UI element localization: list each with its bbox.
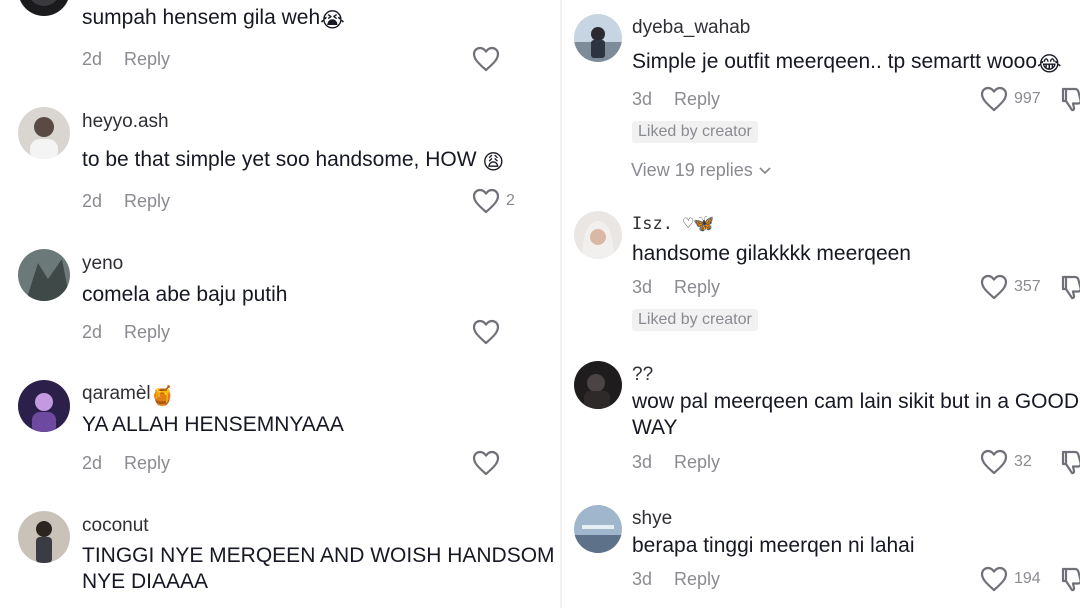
username[interactable]: Isz. ♡🦋: [632, 214, 715, 234]
tears-of-joy-emoji: 😂: [1037, 53, 1062, 76]
like-button[interactable]: 194: [980, 566, 1041, 592]
comment-meta: 3d Reply: [632, 89, 720, 110]
heart-icon[interactable]: [980, 274, 1008, 300]
dislike-icon[interactable]: [1060, 274, 1080, 300]
avatar[interactable]: [18, 249, 70, 301]
avatar[interactable]: [18, 107, 70, 159]
heart-icon[interactable]: [980, 86, 1008, 112]
comment-text: handsome gilakkkk meerqeen: [632, 242, 911, 265]
avatar[interactable]: [18, 380, 70, 432]
avatar[interactable]: [18, 511, 70, 563]
avatar[interactable]: [574, 361, 622, 409]
like-count: 2: [506, 192, 515, 209]
comment-meta: 2d Reply: [82, 322, 170, 343]
reply-button[interactable]: Reply: [674, 89, 720, 109]
honey-pot-emoji: 🍯: [150, 386, 175, 407]
comments-panel-right: dyeba_wahab Simple je outfit meerqeen.. …: [562, 0, 1080, 608]
like-count: 32: [1014, 453, 1032, 470]
reply-button[interactable]: Reply: [124, 49, 170, 69]
username[interactable]: coconut: [82, 515, 149, 537]
like-button[interactable]: 357: [980, 274, 1041, 300]
username[interactable]: yeno: [82, 253, 123, 275]
heart-icon[interactable]: [472, 188, 500, 214]
comment-meta: 3d Reply: [632, 277, 720, 298]
comment-text: sumpah hensem gila weh😭: [82, 6, 345, 32]
liked-by-creator-badge: Liked by creator: [632, 309, 758, 331]
comment-text: to be that simple yet soo handsome, HOW …: [82, 148, 505, 174]
weary-face-emoji: 😩: [482, 151, 505, 174]
comment-time: 3d: [632, 277, 653, 297]
comment-text: YA ALLAH HENSEMNYAAA: [82, 413, 344, 436]
heart-icon[interactable]: [980, 449, 1008, 475]
like-count: 194: [1014, 570, 1041, 587]
heart-icon[interactable]: [980, 566, 1008, 592]
username[interactable]: dyeba_wahab: [632, 17, 750, 39]
comment-meta: 2d Reply: [82, 453, 170, 474]
like-count: 357: [1014, 278, 1041, 295]
like-button[interactable]: 997: [980, 86, 1041, 112]
username[interactable]: qaramèl🍯: [82, 383, 174, 408]
view-replies-button[interactable]: View 19 replies: [631, 160, 771, 181]
comment-time: 2d: [82, 453, 103, 473]
comment-text: wow pal meerqeen cam lain sikit but in a…: [632, 390, 1080, 439]
heart-icon[interactable]: [472, 450, 500, 476]
comment-text: comela abe baju putih: [82, 283, 288, 306]
chevron-down-icon: [759, 166, 771, 174]
comment-time: 3d: [632, 452, 653, 472]
username[interactable]: heyyo.ash: [82, 111, 169, 133]
heart-icon[interactable]: [472, 46, 500, 72]
comment-meta: 2d Reply: [82, 191, 170, 212]
heart-icon[interactable]: [472, 319, 500, 345]
avatar[interactable]: [18, 0, 70, 16]
dislike-icon[interactable]: [1060, 86, 1080, 112]
username[interactable]: shye: [632, 508, 672, 530]
comment-meta: 3d Reply: [632, 452, 720, 473]
comment-text: Simple je outfit meerqeen.. tp semartt w…: [632, 50, 1062, 76]
comment-time: 2d: [82, 49, 103, 69]
reply-button[interactable]: Reply: [674, 452, 720, 472]
avatar[interactable]: [574, 14, 622, 62]
dislike-icon[interactable]: [1060, 566, 1080, 592]
like-button[interactable]: 32: [980, 449, 1032, 475]
reply-button[interactable]: Reply: [124, 191, 170, 211]
comment-time: 2d: [82, 322, 103, 342]
avatar[interactable]: [574, 505, 622, 553]
username[interactable]: ??: [632, 364, 653, 386]
like-button[interactable]: [472, 319, 500, 345]
reply-button[interactable]: Reply: [124, 453, 170, 473]
dislike-icon[interactable]: [1060, 449, 1080, 475]
comment-time: 2d: [82, 191, 103, 211]
reply-button[interactable]: Reply: [674, 569, 720, 589]
like-button[interactable]: 2: [472, 188, 515, 214]
comment-time: 3d: [632, 569, 653, 589]
comments-panel-left: sumpah hensem gila weh😭 2d Reply heyyo.as…: [0, 0, 560, 608]
comment-meta: 3d Reply: [632, 569, 720, 590]
reply-button[interactable]: Reply: [674, 277, 720, 297]
like-count: 997: [1014, 90, 1041, 107]
liked-by-creator-badge: Liked by creator: [632, 121, 758, 143]
comment-time: 3d: [632, 89, 653, 109]
like-button[interactable]: [472, 46, 500, 72]
comment-meta: 2d Reply: [82, 49, 170, 70]
comment-text: berapa tinggi meerqen ni lahai: [632, 534, 915, 557]
reply-button[interactable]: Reply: [124, 322, 170, 342]
loudly-crying-emoji: 😭: [320, 9, 345, 32]
comment-text: TINGGI NYE MERQEEN AND WOISH HANDSOM NYE…: [82, 544, 555, 593]
avatar[interactable]: [574, 211, 622, 259]
like-button[interactable]: [472, 450, 500, 476]
